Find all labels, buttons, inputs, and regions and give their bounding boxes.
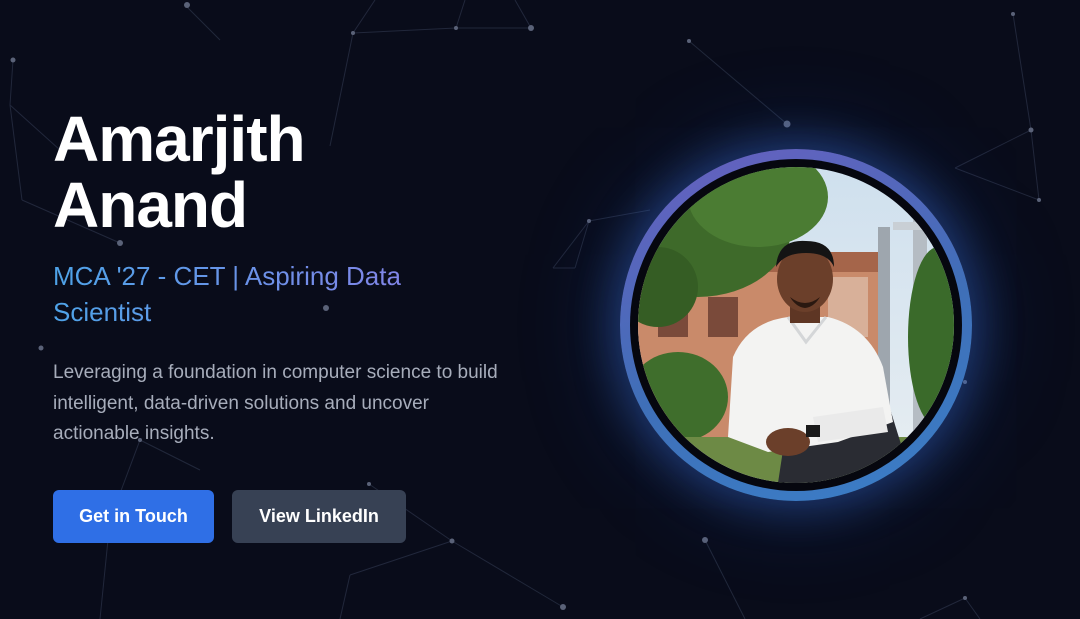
page-title: Amarjith Anand [53,106,523,238]
profile-photo-icon [638,167,954,483]
avatar [638,167,954,483]
name-first: Amarjith [53,103,306,175]
avatar-border [630,159,962,491]
view-linkedin-button[interactable]: View LinkedIn [232,490,406,543]
name-last: Anand [53,169,248,241]
hero-actions: Get in Touch View LinkedIn [53,490,406,543]
hero-content: Amarjith Anand MCA '27 - CET | Aspiring … [53,106,523,450]
avatar-ring [620,149,972,501]
tagline: MCA '27 - CET | Aspiring Data Scientist [53,258,473,330]
hero-description: Leveraging a foundation in computer scie… [53,362,498,444]
get-in-touch-button[interactable]: Get in Touch [53,490,214,543]
